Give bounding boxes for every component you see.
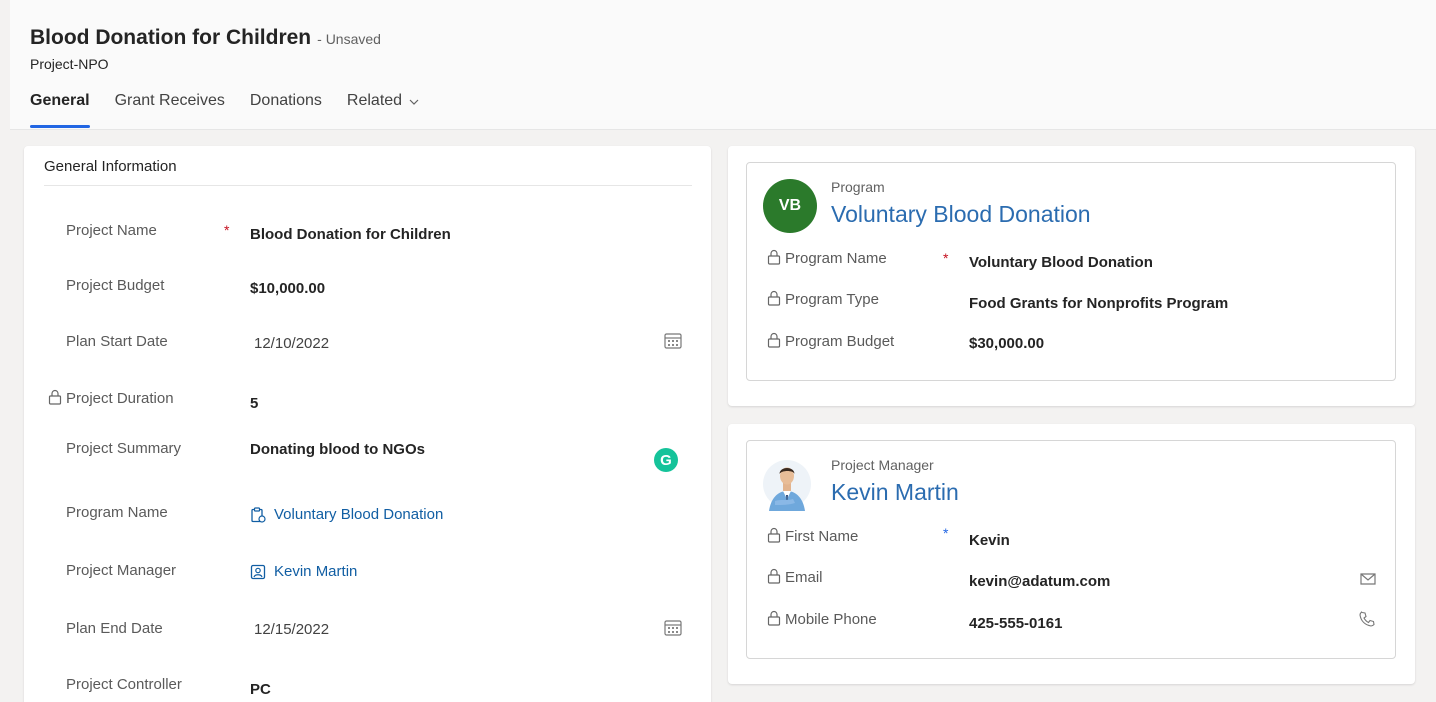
- project-summary-label: Project Summary: [66, 440, 182, 457]
- section-divider: [44, 185, 692, 186]
- program-card-name[interactable]: Voluntary Blood Donation: [831, 201, 1091, 228]
- project-summary-field[interactable]: Donating blood to NGOs: [250, 441, 425, 458]
- email-icon[interactable]: [1359, 571, 1377, 592]
- first-name-label: First Name: [785, 528, 859, 545]
- tab-related-label: Related: [346, 92, 403, 109]
- required-marker: *: [943, 250, 949, 266]
- project-budget-label: Project Budget: [66, 277, 165, 294]
- program-name-value: Voluntary Blood Donation: [274, 506, 444, 523]
- lock-icon: [767, 290, 781, 311]
- first-name-value: Kevin: [969, 532, 1010, 549]
- lock-icon: [767, 568, 781, 589]
- program-budget-value: $30,000.00: [969, 335, 1045, 352]
- contact-card-name[interactable]: Kevin Martin: [831, 479, 959, 506]
- mobile-phone-label: Mobile Phone: [785, 611, 877, 628]
- plan-end-date-field[interactable]: 12/15/2022: [254, 621, 329, 638]
- lock-icon: [767, 610, 781, 631]
- program-card-type: Program: [831, 179, 885, 195]
- entity-type: Project-NPO: [30, 56, 109, 72]
- program-link-icon: [250, 506, 266, 523]
- tab-grant-receives[interactable]: Grant Receives: [115, 92, 225, 130]
- chevron-down-icon: [408, 95, 420, 113]
- calendar-icon[interactable]: [664, 332, 682, 354]
- tab-general-label: General: [30, 92, 90, 109]
- plan-start-date-label: Plan Start Date: [66, 333, 168, 350]
- calendar-icon[interactable]: [664, 619, 682, 641]
- contact-link-icon: [250, 564, 266, 580]
- project-manager-link[interactable]: Kevin Martin: [250, 563, 357, 580]
- tab-list: General Grant Receives Donations Related: [30, 92, 445, 130]
- plan-start-date-field[interactable]: 12/10/2022: [254, 335, 329, 352]
- lock-icon: [767, 249, 781, 270]
- email-label: Email: [785, 569, 823, 586]
- record-header: Blood Donation for Children - Unsaved Pr…: [10, 0, 1436, 130]
- lock-icon: [767, 332, 781, 353]
- tab-grant-receives-label: Grant Receives: [114, 92, 225, 109]
- project-controller-label: Project Controller: [66, 676, 182, 693]
- program-type-label: Program Type: [785, 291, 879, 308]
- contact-card-type: Project Manager: [831, 457, 934, 473]
- mobile-phone-value: 425-555-0161: [969, 615, 1063, 632]
- avatar: VB: [763, 179, 817, 233]
- tab-donations-label: Donations: [249, 92, 322, 109]
- title-row: Blood Donation for Children - Unsaved: [30, 26, 381, 50]
- general-information-section: General Information Project Name * Blood…: [24, 146, 711, 702]
- project-name-label: Project Name: [66, 222, 157, 239]
- program-budget-label: Program Budget: [785, 333, 895, 350]
- section-title: General Information: [44, 158, 177, 175]
- project-manager-value: Kevin Martin: [274, 563, 358, 580]
- avatar: [763, 455, 811, 513]
- save-status: - Unsaved: [317, 31, 381, 47]
- page-title: Blood Donation for Children: [30, 26, 312, 49]
- program-name-value: Voluntary Blood Donation: [969, 254, 1153, 271]
- plan-end-date-label: Plan End Date: [66, 620, 163, 637]
- required-marker: *: [943, 525, 949, 541]
- program-name-link[interactable]: Voluntary Blood Donation: [250, 506, 443, 523]
- tab-related[interactable]: Related: [347, 92, 420, 130]
- required-marker: *: [224, 222, 230, 238]
- phone-icon[interactable]: [1359, 611, 1375, 632]
- program-type-value: Food Grants for Nonprofits Program: [969, 295, 1229, 312]
- project-duration-field: 5: [250, 395, 259, 412]
- email-value: kevin@adatum.com: [969, 573, 1111, 590]
- grammarly-icon[interactable]: G: [654, 448, 678, 472]
- program-name-label: Program Name: [66, 504, 168, 521]
- tab-general[interactable]: General: [30, 92, 90, 130]
- program-quick-view: VB Program Voluntary Blood Donation Prog…: [728, 146, 1415, 406]
- contact-card: Project Manager Kevin Martin First Name …: [746, 440, 1396, 659]
- lock-icon: [48, 389, 62, 410]
- project-name-field[interactable]: Blood Donation for Children: [250, 226, 451, 243]
- project-manager-label: Project Manager: [66, 562, 177, 579]
- program-name-label: Program Name: [785, 250, 887, 267]
- project-budget-field[interactable]: $10,000.00: [250, 280, 325, 297]
- tab-donations[interactable]: Donations: [250, 92, 322, 130]
- project-duration-label: Project Duration: [66, 390, 174, 407]
- project-manager-quick-view: Project Manager Kevin Martin First Name …: [728, 424, 1415, 684]
- project-controller-field[interactable]: PC: [250, 681, 271, 698]
- program-card: VB Program Voluntary Blood Donation Prog…: [746, 162, 1396, 381]
- lock-icon: [767, 527, 781, 548]
